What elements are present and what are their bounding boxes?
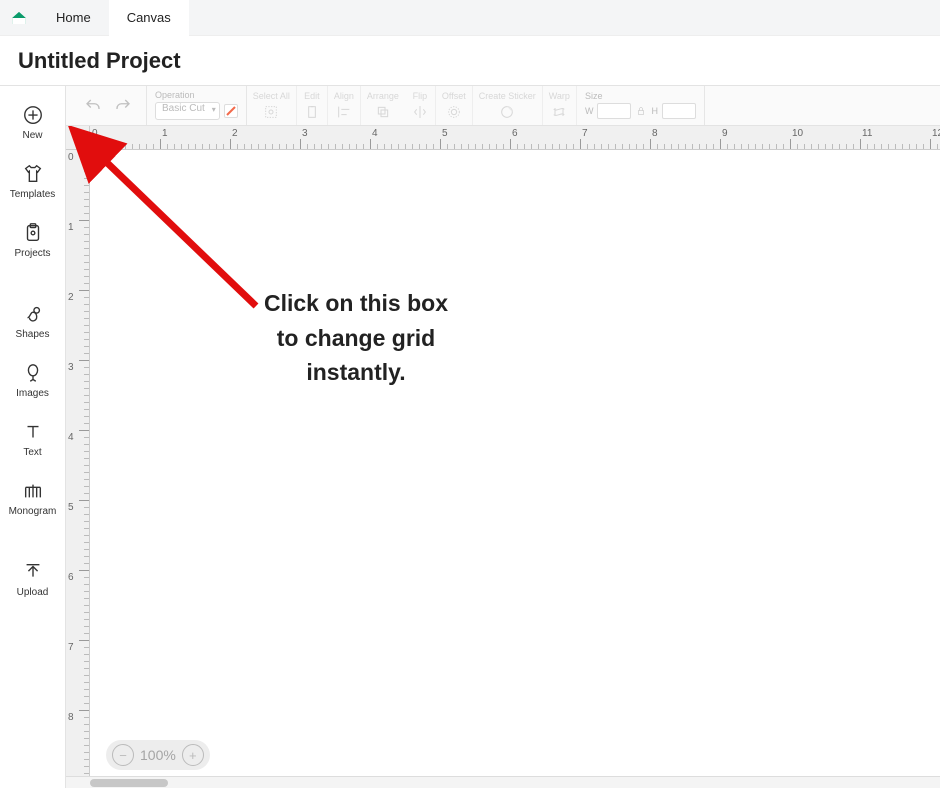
top-tabs-bar: Home Canvas (0, 0, 940, 36)
undo-button[interactable] (82, 95, 104, 117)
toolbar-create-sticker[interactable]: Create Sticker (473, 86, 543, 125)
sidebar-item-projects[interactable]: Projects (3, 212, 63, 271)
project-title[interactable]: Untitled Project (18, 48, 181, 74)
sidebar-item-templates[interactable]: Templates (3, 153, 63, 212)
canvas-area: 0123456789101112 012345678 Click on this… (66, 126, 940, 788)
operation-color-swatch[interactable] (224, 104, 238, 118)
scrollbar-thumb[interactable] (90, 779, 168, 787)
sidebar-item-label: Shapes (16, 329, 50, 340)
sidebar-item-label: Text (23, 447, 41, 458)
zoom-value: 100% (140, 747, 176, 763)
operation-label: Operation (155, 91, 238, 100)
toolbar-offset[interactable]: Offset (436, 86, 473, 125)
sidebar-item-images[interactable]: Images (3, 352, 63, 411)
width-input[interactable] (597, 103, 631, 119)
operation-group: Operation Basic Cut (147, 86, 247, 125)
app-logo-icon (10, 9, 28, 27)
sidebar-item-new[interactable]: New (3, 94, 63, 153)
sidebar-item-label: Projects (14, 248, 50, 259)
slash-icon (226, 106, 236, 116)
sidebar-item-upload[interactable]: Upload (3, 551, 63, 610)
balloon-icon (22, 362, 44, 384)
workspace: New Templates Projects Shapes Images Tex… (0, 86, 940, 788)
text-t-icon (22, 421, 44, 443)
shapes-icon (22, 303, 44, 325)
tshirt-icon (22, 163, 44, 185)
main-area: Operation Basic Cut Select All Edit Alig… (66, 86, 940, 788)
toolbar-align[interactable]: Align (328, 86, 361, 125)
toolbar-edit[interactable]: Edit (297, 86, 328, 125)
top-toolbar: Operation Basic Cut Select All Edit Alig… (66, 86, 940, 126)
zoom-in-button[interactable]: + (182, 744, 204, 766)
toolbar-warp[interactable]: Warp (543, 86, 577, 125)
edit-icon (303, 104, 321, 120)
project-title-row: Untitled Project (0, 36, 940, 86)
select-all-icon (262, 104, 280, 120)
zoom-control: − 100% + (106, 740, 210, 770)
operation-select[interactable]: Basic Cut (155, 102, 220, 120)
undo-icon (84, 97, 102, 115)
zoom-out-button[interactable]: − (112, 744, 134, 766)
align-icon (335, 104, 353, 120)
tab-canvas[interactable]: Canvas (109, 0, 189, 36)
sidebar-item-monogram[interactable]: Monogram (3, 470, 63, 529)
sidebar-item-label: Templates (10, 189, 56, 200)
height-input[interactable] (662, 103, 696, 119)
toolbar-flip[interactable]: Flip (405, 86, 436, 125)
redo-icon (114, 97, 132, 115)
toolbar-arrange[interactable]: Arrange (361, 86, 405, 125)
horizontal-scrollbar[interactable] (66, 776, 940, 788)
arrange-icon (374, 104, 392, 120)
size-group: Size W H (577, 86, 705, 125)
size-label: Size (585, 92, 696, 101)
upload-icon (22, 561, 44, 583)
offset-icon (445, 104, 463, 120)
horizontal-ruler[interactable]: 0123456789101112 (90, 126, 940, 150)
ruler-corner-box[interactable] (66, 126, 90, 150)
sticker-icon (498, 104, 516, 120)
history-group (70, 86, 147, 125)
canvas-surface[interactable] (90, 150, 940, 788)
sidebar-item-label: Monogram (9, 506, 57, 517)
sidebar-item-text[interactable]: Text (3, 411, 63, 470)
tab-label: Home (56, 10, 91, 25)
tab-label: Canvas (127, 10, 171, 25)
tab-home[interactable]: Home (38, 0, 109, 36)
sidebar-item-label: Images (16, 388, 49, 399)
flip-icon (411, 104, 429, 120)
vertical-ruler[interactable]: 012345678 (66, 150, 90, 788)
left-sidebar: New Templates Projects Shapes Images Tex… (0, 86, 66, 788)
redo-button[interactable] (112, 95, 134, 117)
sidebar-item-label: Upload (17, 587, 49, 598)
clipboard-icon (22, 222, 44, 244)
toolbar-select-all[interactable]: Select All (247, 86, 297, 125)
warp-icon (550, 104, 568, 120)
lock-icon[interactable] (635, 105, 647, 117)
sidebar-item-shapes[interactable]: Shapes (3, 293, 63, 352)
sidebar-item-label: New (22, 130, 42, 141)
monogram-icon (22, 480, 44, 502)
plus-circle-icon (22, 104, 44, 126)
